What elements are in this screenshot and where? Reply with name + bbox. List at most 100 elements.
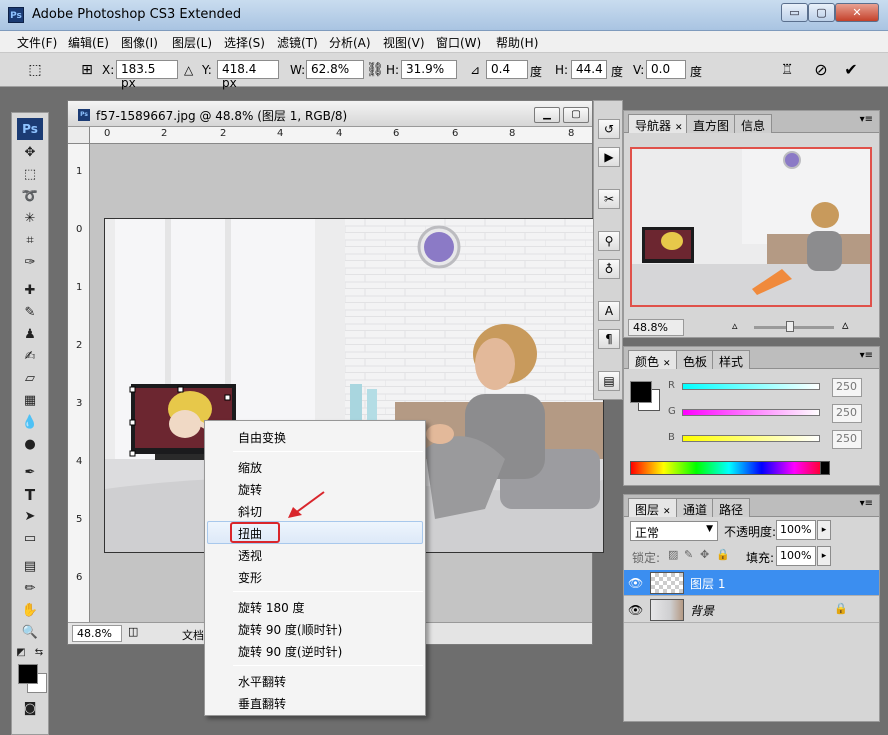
tab-swatches[interactable]: 色板 xyxy=(676,350,715,369)
tab-layers[interactable]: 图层 ✕ xyxy=(628,498,678,517)
tab-navigator[interactable]: 导航器 ✕ xyxy=(628,114,690,133)
menu-item-flip-horizontal[interactable]: 水平翻转 xyxy=(238,673,286,690)
menu-window[interactable]: 窗口(W) xyxy=(436,34,481,51)
history-brush-tool-icon[interactable]: ✍ xyxy=(18,347,42,367)
color-spectrum-bar[interactable] xyxy=(630,461,828,475)
reference-point-icon[interactable]: ⊞ xyxy=(78,61,96,79)
notes-tool-icon[interactable]: ▤ xyxy=(18,557,42,577)
fill-slider-button[interactable]: ▸ xyxy=(817,546,831,566)
panel-menu-icon[interactable]: ▾≡ xyxy=(860,114,873,125)
zoom-tool-icon[interactable]: 🔍 xyxy=(18,623,42,643)
transform-tool-icon[interactable]: ⬚ xyxy=(26,61,44,79)
warp-mode-icon[interactable]: ♖ xyxy=(778,61,796,79)
paragraph-panel-icon[interactable]: ¶ xyxy=(598,329,620,349)
cancel-transform-icon[interactable]: ⊘ xyxy=(812,61,830,79)
character-panel-icon[interactable]: A xyxy=(598,301,620,321)
foreground-color-swatch[interactable] xyxy=(18,664,38,684)
crop-tool-icon[interactable]: ⌗ xyxy=(18,231,42,251)
tab-paths[interactable]: 路径 xyxy=(712,498,751,517)
menu-item-rotate[interactable]: 旋转 xyxy=(238,481,262,498)
menu-image[interactable]: 图像(I) xyxy=(121,34,158,51)
lock-image-icon[interactable]: ✎ xyxy=(684,548,693,561)
color-fg-swatch[interactable] xyxy=(630,381,652,403)
vskew-input[interactable]: 0.0 xyxy=(646,60,686,79)
menu-item-perspective[interactable]: 透视 xyxy=(238,547,262,564)
close-button[interactable]: ✕ xyxy=(835,3,879,22)
zoom-slider[interactable] xyxy=(754,326,834,329)
link-icon[interactable]: ⛓ xyxy=(366,61,384,79)
menu-analysis[interactable]: 分析(A) xyxy=(329,34,371,51)
brushes-panel-icon[interactable]: ⚲ xyxy=(598,231,620,251)
blue-value-input[interactable]: 250 xyxy=(832,430,862,449)
navigator-preview[interactable] xyxy=(630,147,872,307)
panel-menu-icon[interactable]: ▾≡ xyxy=(860,350,873,361)
maximize-button[interactable]: ▢ xyxy=(808,3,835,22)
tab-styles[interactable]: 样式 xyxy=(712,350,751,369)
clone-source-icon[interactable]: ♁ xyxy=(598,259,620,279)
marquee-tool-icon[interactable]: ⬚ xyxy=(18,165,42,185)
brush-tool-icon[interactable]: ✎ xyxy=(18,303,42,323)
commit-transform-icon[interactable]: ✔ xyxy=(842,61,860,79)
blend-mode-select[interactable]: 正常 ▼ xyxy=(630,521,718,541)
eyedropper-tool-icon[interactable]: ✏ xyxy=(18,579,42,599)
menu-view[interactable]: 视图(V) xyxy=(383,34,425,51)
doc-maximize-button[interactable]: ▢ xyxy=(563,107,589,123)
move-tool-icon[interactable]: ✥ xyxy=(18,143,42,163)
angle-input[interactable]: 0.4 xyxy=(486,60,528,79)
eraser-tool-icon[interactable]: ▱ xyxy=(18,369,42,389)
path-select-tool-icon[interactable]: ➤ xyxy=(18,507,42,527)
slice-tool-icon[interactable]: ✑ xyxy=(18,253,42,273)
layer-row-1[interactable]: 👁 图层 1 xyxy=(624,570,879,596)
healing-brush-tool-icon[interactable]: ✚ xyxy=(18,281,42,301)
eye-icon[interactable]: 👁 xyxy=(628,603,643,617)
tab-color[interactable]: 颜色 ✕ xyxy=(628,350,678,369)
spectrum-black-swatch[interactable] xyxy=(820,461,830,475)
green-slider[interactable] xyxy=(682,409,820,416)
lock-all-icon[interactable]: 🔒 xyxy=(716,548,730,561)
menu-item-rotate-90-ccw[interactable]: 旋转 90 度(逆时针) xyxy=(238,643,342,660)
red-value-input[interactable]: 250 xyxy=(832,378,862,397)
hskew-input[interactable]: 44.4 xyxy=(571,60,607,79)
menu-item-rotate-90-cw[interactable]: 旋转 90 度(顺时针) xyxy=(238,621,342,638)
layer-row-background[interactable]: 👁 背景 🔒 xyxy=(624,597,879,623)
opacity-slider-button[interactable]: ▸ xyxy=(817,520,831,540)
tool-presets-icon[interactable]: ✂ xyxy=(598,189,620,209)
magic-wand-tool-icon[interactable]: ✳ xyxy=(18,209,42,229)
menu-select[interactable]: 选择(S) xyxy=(224,34,265,51)
quick-mask-icon[interactable]: ◙ xyxy=(18,699,42,719)
tab-histogram[interactable]: 直方图 xyxy=(686,114,737,133)
menu-file[interactable]: 文件(F) xyxy=(17,34,57,51)
y-input[interactable]: 418.4 px xyxy=(217,60,279,90)
default-colors-icon[interactable]: ◩ xyxy=(14,643,28,663)
menu-help[interactable]: 帮助(H) xyxy=(496,34,538,51)
stamp-tool-icon[interactable]: ♟ xyxy=(18,325,42,345)
status-menu-icon[interactable]: ◫ xyxy=(128,625,138,638)
green-value-input[interactable]: 250 xyxy=(832,404,862,423)
menu-edit[interactable]: 编辑(E) xyxy=(68,34,109,51)
shape-tool-icon[interactable]: ▭ xyxy=(18,529,42,549)
dodge-tool-icon[interactable]: ● xyxy=(18,435,42,455)
lasso-tool-icon[interactable]: ➰ xyxy=(18,187,42,207)
layer-name[interactable]: 图层 1 xyxy=(690,575,725,592)
red-slider[interactable] xyxy=(682,383,820,390)
hand-tool-icon[interactable]: ✋ xyxy=(18,601,42,621)
menu-item-flip-vertical[interactable]: 垂直翻转 xyxy=(238,695,286,712)
eye-icon[interactable]: 👁 xyxy=(628,576,643,590)
gradient-tool-icon[interactable]: ▦ xyxy=(18,391,42,411)
menu-item-free-transform[interactable]: 自由变换 xyxy=(238,429,286,446)
document-title-bar[interactable]: Ps f57-1589667.jpg @ 48.8% (图层 1, RGB/8)… xyxy=(68,101,592,127)
layer-comps-icon[interactable]: ▤ xyxy=(598,371,620,391)
menu-item-skew[interactable]: 斜切 xyxy=(238,503,262,520)
actions-panel-icon[interactable]: ▶ xyxy=(598,147,620,167)
x-input[interactable]: 183.5 px xyxy=(116,60,178,90)
menu-filter[interactable]: 滤镜(T) xyxy=(277,34,318,51)
menu-item-rotate-180[interactable]: 旋转 180 度 xyxy=(238,599,305,616)
opacity-input[interactable]: 100% xyxy=(776,520,816,540)
menu-item-distort[interactable]: 扭曲 xyxy=(238,525,262,542)
minimize-button[interactable]: ▭ xyxy=(781,3,808,22)
navigator-zoom-input[interactable]: 48.8% xyxy=(628,319,684,336)
menu-layer[interactable]: 图层(L) xyxy=(172,34,212,51)
tab-channels[interactable]: 通道 xyxy=(676,498,715,517)
menu-item-scale[interactable]: 缩放 xyxy=(238,459,262,476)
tab-info[interactable]: 信息 xyxy=(734,114,773,133)
